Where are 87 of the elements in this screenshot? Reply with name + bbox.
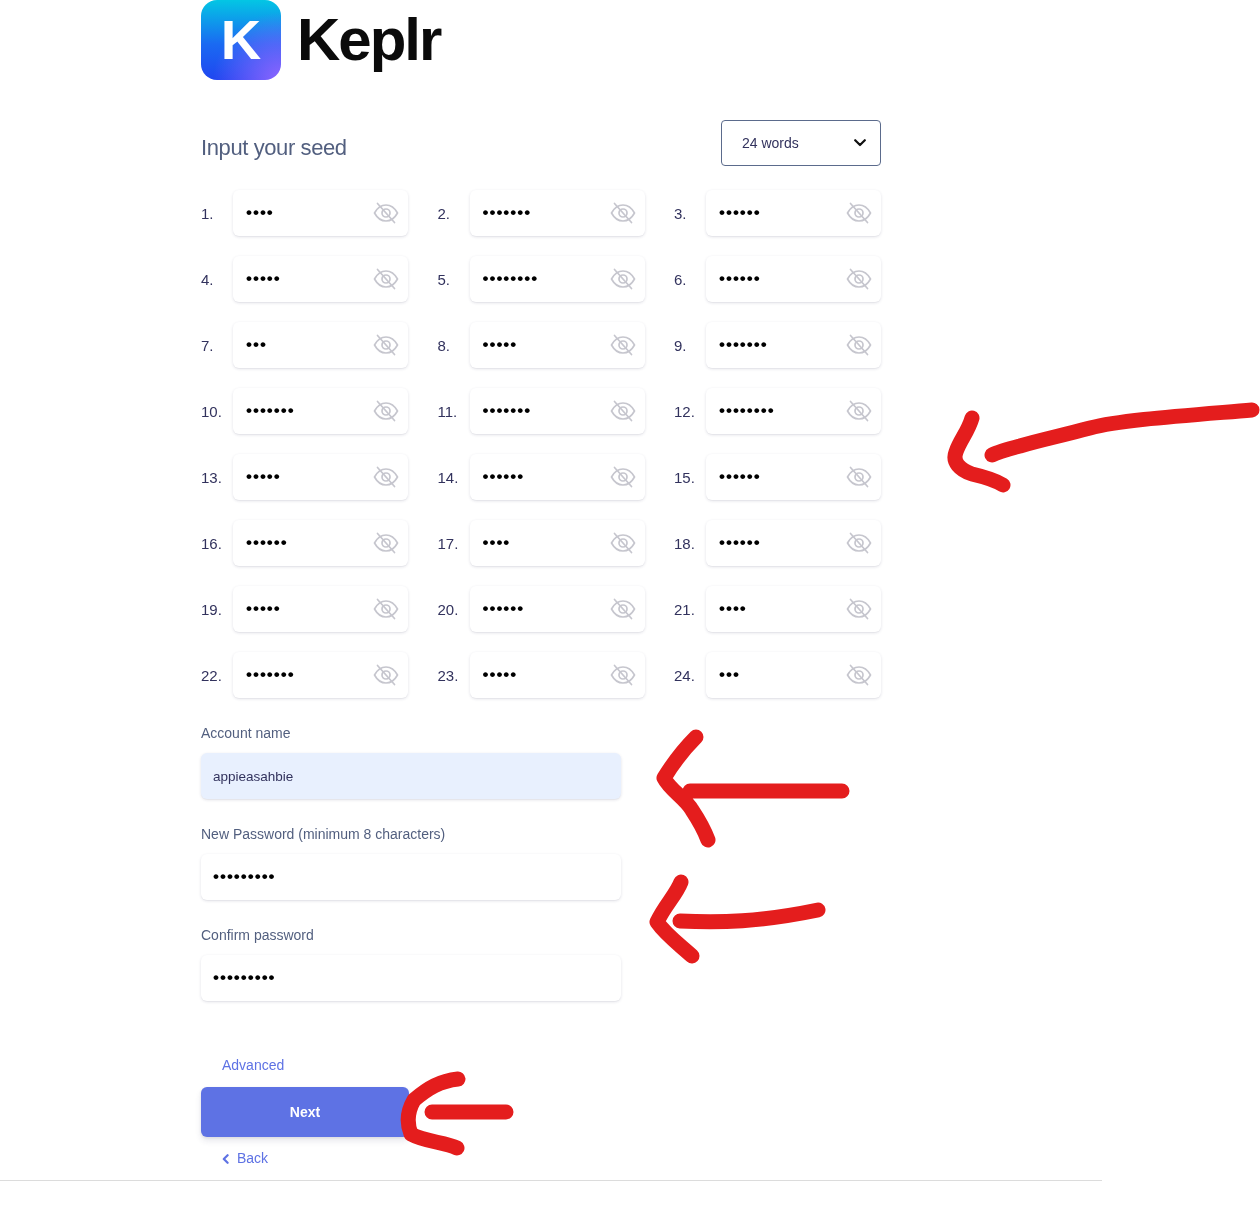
seed-word-input[interactable]: ••••••• bbox=[706, 322, 881, 368]
word-count-select[interactable]: 24 words bbox=[721, 120, 881, 166]
password-input[interactable]: ••••••••• bbox=[201, 955, 621, 1001]
eye-slash-icon[interactable] bbox=[609, 334, 636, 356]
word-number: 21. bbox=[674, 600, 696, 618]
seed-word-input[interactable]: •••••• bbox=[233, 520, 408, 566]
word-number: 9. bbox=[674, 336, 688, 354]
eye-slash-icon[interactable] bbox=[609, 598, 636, 620]
eye-slash-icon[interactable] bbox=[609, 400, 636, 422]
seed-word-input[interactable]: ••• bbox=[233, 322, 408, 368]
eye-slash-icon[interactable] bbox=[846, 532, 872, 554]
word-number: 17. bbox=[437, 534, 460, 552]
eye-slash-icon[interactable] bbox=[846, 598, 872, 620]
word-number: 24. bbox=[674, 666, 696, 684]
seed-word-input[interactable]: ••••• bbox=[233, 586, 408, 632]
field-label: Account name bbox=[201, 725, 291, 742]
word-number: 15. bbox=[674, 468, 696, 486]
seed-word-input[interactable]: •••• bbox=[233, 190, 408, 236]
word-number: 13. bbox=[201, 468, 223, 486]
seed-word-input[interactable]: ••••••• bbox=[469, 190, 645, 236]
seed-word-input[interactable]: ••••••• bbox=[469, 388, 645, 434]
seed-word-input[interactable]: •••• bbox=[706, 586, 881, 632]
word-number: 8. bbox=[437, 336, 451, 354]
section-title: Input your seed bbox=[201, 134, 347, 161]
word-number: 14. bbox=[437, 468, 460, 486]
seed-word-input[interactable]: •••••• bbox=[706, 190, 881, 236]
word-number: 4. bbox=[201, 270, 215, 288]
word-number: 18. bbox=[674, 534, 696, 552]
eye-slash-icon[interactable] bbox=[846, 466, 872, 488]
seed-word-input[interactable]: ••••••• bbox=[233, 652, 408, 698]
eye-slash-icon[interactable] bbox=[846, 334, 872, 356]
seed-word-input[interactable]: ••• bbox=[706, 652, 881, 698]
field-label: Confirm password bbox=[201, 927, 314, 944]
eye-slash-icon[interactable] bbox=[373, 664, 399, 686]
eye-slash-icon[interactable] bbox=[373, 202, 399, 224]
word-number: 10. bbox=[201, 402, 223, 420]
word-number: 5. bbox=[437, 270, 451, 288]
word-number: 22. bbox=[201, 666, 223, 684]
eye-slash-icon[interactable] bbox=[373, 334, 399, 356]
eye-slash-icon[interactable] bbox=[609, 466, 636, 488]
eye-slash-icon[interactable] bbox=[373, 532, 399, 554]
word-number: 23. bbox=[437, 666, 460, 684]
eye-slash-icon[interactable] bbox=[373, 400, 399, 422]
seed-word-input[interactable]: ••••• bbox=[233, 454, 408, 500]
word-number: 2. bbox=[437, 204, 451, 222]
seed-word-input[interactable]: ••••• bbox=[469, 652, 645, 698]
seed-word-input[interactable]: ••••• bbox=[469, 322, 645, 368]
eye-slash-icon[interactable] bbox=[609, 532, 636, 554]
word-number: 3. bbox=[674, 204, 688, 222]
word-number: 1. bbox=[201, 204, 215, 222]
eye-slash-icon[interactable] bbox=[846, 268, 872, 290]
word-number: 19. bbox=[201, 600, 223, 618]
seed-word-input[interactable]: ••••• bbox=[233, 256, 408, 302]
seed-word-input[interactable]: •••••••• bbox=[706, 388, 881, 434]
eye-slash-icon[interactable] bbox=[373, 598, 399, 620]
word-number: 7. bbox=[201, 336, 215, 354]
chevron-down-icon bbox=[854, 139, 866, 147]
back-link[interactable]: Back bbox=[222, 1150, 269, 1167]
seed-word-input[interactable]: •••••• bbox=[469, 454, 645, 500]
seed-word-input[interactable]: •••••• bbox=[706, 256, 881, 302]
seed-word-input[interactable]: •••• bbox=[469, 520, 645, 566]
seed-word-input[interactable]: •••••• bbox=[706, 454, 881, 500]
field-label: New Password (minimum 8 characters) bbox=[201, 826, 446, 843]
eye-slash-icon[interactable] bbox=[846, 400, 872, 422]
eye-slash-icon[interactable] bbox=[609, 664, 636, 686]
logo-mark: K bbox=[201, 0, 281, 80]
advanced-link[interactable]: Advanced bbox=[222, 1057, 285, 1074]
text-input[interactable]: appieasahbie bbox=[201, 753, 621, 799]
eye-slash-icon[interactable] bbox=[609, 202, 636, 224]
word-number: 16. bbox=[201, 534, 223, 552]
eye-slash-icon[interactable] bbox=[846, 202, 872, 224]
eye-slash-icon[interactable] bbox=[609, 268, 636, 290]
chevron-left-icon bbox=[222, 1153, 229, 1164]
password-input[interactable]: ••••••••• bbox=[201, 854, 621, 900]
word-number: 11. bbox=[437, 402, 459, 420]
word-number: 20. bbox=[437, 600, 460, 618]
brand-name: Keplr bbox=[297, 10, 441, 70]
eye-slash-icon[interactable] bbox=[846, 664, 872, 686]
seed-word-input[interactable]: ••••••• bbox=[233, 388, 408, 434]
next-button[interactable]: Next bbox=[201, 1087, 409, 1137]
seed-word-input[interactable]: •••••• bbox=[706, 520, 881, 566]
eye-slash-icon[interactable] bbox=[373, 466, 399, 488]
seed-word-input[interactable]: •••••••• bbox=[469, 256, 645, 302]
word-number: 12. bbox=[674, 402, 696, 420]
seed-word-input[interactable]: •••••• bbox=[469, 586, 645, 632]
word-number: 6. bbox=[674, 270, 688, 288]
eye-slash-icon[interactable] bbox=[373, 268, 399, 290]
